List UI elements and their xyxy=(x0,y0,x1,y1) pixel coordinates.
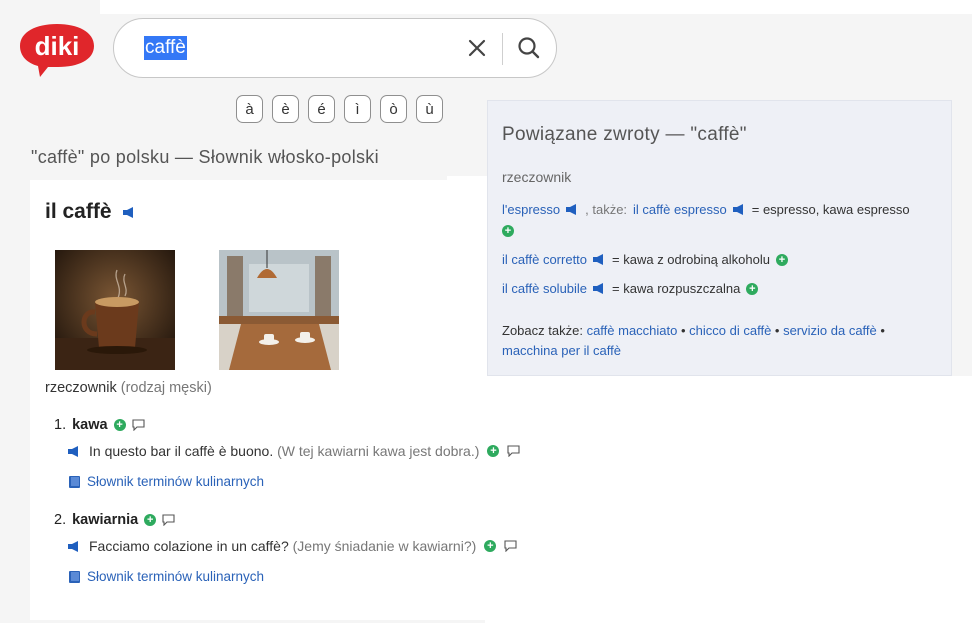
char-button[interactable]: ò xyxy=(380,95,407,123)
search-separator xyxy=(502,33,503,65)
example-1: In questo bar il caffè è buono. (W tej k… xyxy=(68,443,520,459)
example-sentence: In questo bar il caffè è buono. (W tej k… xyxy=(89,443,480,459)
speaker-icon[interactable] xyxy=(68,445,81,457)
meaning-2: 2. kawiarnia + xyxy=(54,512,175,528)
related-translation: = espresso, kawa espresso xyxy=(751,202,910,217)
related-pos: rzeczownik xyxy=(502,169,572,185)
dictionary-link-label[interactable]: Słownik terminów kulinarnych xyxy=(87,569,264,584)
special-characters: à è é ì ò ù xyxy=(236,95,443,123)
logo-text: diki xyxy=(35,31,80,61)
gender-label: (rodzaj męski) xyxy=(120,380,212,396)
speaker-icon[interactable] xyxy=(68,540,81,552)
related-term-link[interactable]: l'espresso xyxy=(502,202,560,217)
meaning-1: 1. kawa + xyxy=(54,417,145,433)
comment-icon[interactable] xyxy=(507,445,520,457)
related-translation: = kawa z odrobiną alkoholu xyxy=(612,252,770,267)
related-row-add: + xyxy=(502,225,514,237)
book-icon xyxy=(69,570,80,583)
add-icon[interactable]: + xyxy=(113,419,126,431)
see-also-link[interactable]: chicco di caffè xyxy=(689,323,771,338)
dictionary-link-label[interactable]: Słownik terminów kulinarnych xyxy=(87,474,264,489)
part-of-speech: rzeczownik (rodzaj męski) xyxy=(45,380,212,396)
speaker-icon[interactable] xyxy=(732,204,746,215)
related-term-link[interactable]: il caffè solubile xyxy=(502,281,587,296)
speaker-icon[interactable] xyxy=(593,254,606,265)
search-icon[interactable] xyxy=(515,34,543,62)
entry-card xyxy=(30,180,485,620)
add-icon[interactable]: + xyxy=(144,514,157,526)
dictionary-link[interactable]: Słownik terminów kulinarnych xyxy=(68,474,264,489)
top-strip xyxy=(100,0,972,14)
page: diki caffè à è é ì ò ù "caffè" po polsku… xyxy=(0,0,972,623)
speaker-icon[interactable] xyxy=(593,283,606,294)
see-also: Zobacz także: caffè macchiato • chicco d… xyxy=(502,323,885,358)
diki-logo[interactable]: diki xyxy=(18,22,96,78)
related-row: l'espresso , także: il caffè espresso = … xyxy=(502,202,910,217)
speaker-icon[interactable] xyxy=(123,206,136,218)
dictionary-link[interactable]: Słownik terminów kulinarnych xyxy=(68,569,264,584)
pos-label: rzeczownik xyxy=(45,380,117,396)
char-button[interactable]: ù xyxy=(416,95,443,123)
add-icon[interactable]: + xyxy=(487,445,500,457)
related-row: il caffè corretto = kawa z odrobiną alko… xyxy=(502,252,788,267)
add-icon[interactable]: + xyxy=(502,225,514,237)
headword: il caffè xyxy=(45,200,136,224)
see-also-link[interactable]: macchina per il caffè xyxy=(502,343,621,358)
meaning-number: 2. xyxy=(54,512,67,528)
headword-text: il caffè xyxy=(45,200,112,223)
char-button[interactable]: è xyxy=(272,95,299,123)
search-box[interactable]: caffè xyxy=(113,18,557,78)
meaning-number: 1. xyxy=(54,417,67,433)
book-icon xyxy=(69,475,80,488)
char-button[interactable]: é xyxy=(308,95,335,123)
search-input[interactable]: caffè xyxy=(144,36,187,60)
comment-icon[interactable] xyxy=(132,419,145,431)
related-term-link[interactable]: il caffè corretto xyxy=(502,252,587,267)
related-title: Powiązane zwroty — "caffè" xyxy=(502,124,747,145)
see-also-link[interactable]: servizio da caffè xyxy=(783,323,877,338)
see-also-label: Zobacz także: xyxy=(502,323,583,338)
comment-icon[interactable] xyxy=(504,540,517,552)
speaker-icon[interactable] xyxy=(566,204,579,215)
close-icon[interactable] xyxy=(464,35,490,61)
char-button[interactable]: ì xyxy=(344,95,371,123)
add-icon[interactable]: + xyxy=(746,282,759,295)
see-also-link[interactable]: caffè macchiato xyxy=(587,323,678,338)
also-label: , także: xyxy=(585,202,628,217)
related-term-link[interactable]: il caffè espresso xyxy=(633,202,727,217)
example-sentence: Facciamo colazione in un caffè? (Jemy śn… xyxy=(89,538,477,554)
add-icon[interactable]: + xyxy=(775,253,788,266)
coffee-cup-image xyxy=(55,250,175,370)
content-background xyxy=(485,376,972,623)
meaning-translation[interactable]: kawa xyxy=(72,417,107,433)
page-title: "caffè" po polsku — Słownik włosko-polsk… xyxy=(31,147,379,167)
add-icon[interactable]: + xyxy=(484,540,497,552)
cafe-interior-image xyxy=(219,250,339,370)
related-translation: = kawa rozpuszczalna xyxy=(612,281,741,296)
example-2: Facciamo colazione in un caffè? (Jemy śn… xyxy=(68,538,517,554)
char-button[interactable]: à xyxy=(236,95,263,123)
related-row: il caffè solubile = kawa rozpuszczalna + xyxy=(502,281,759,296)
comment-icon[interactable] xyxy=(162,514,175,526)
meaning-translation[interactable]: kawiarnia xyxy=(72,512,138,528)
